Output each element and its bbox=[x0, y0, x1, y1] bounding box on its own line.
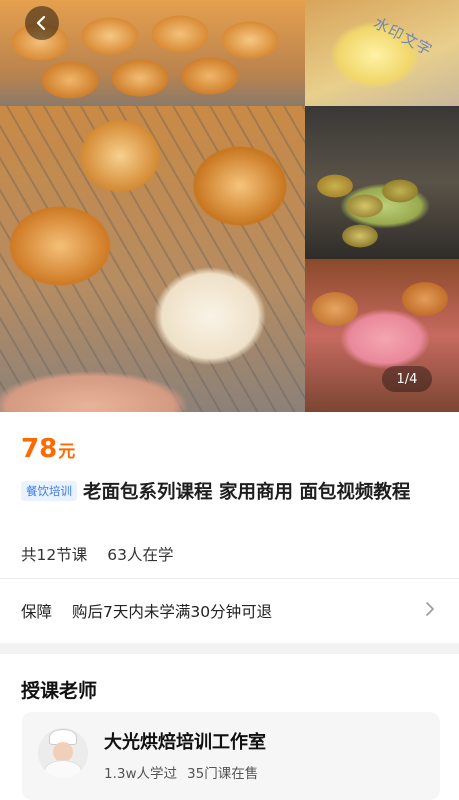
category-tag: 餐饮培训 bbox=[21, 481, 77, 501]
teacher-stats: 1.3w人学过 35门课在售 bbox=[104, 762, 258, 782]
lesson-count: 共12节课 bbox=[21, 546, 88, 564]
price-number: 78 bbox=[21, 434, 58, 464]
back-arrow-icon bbox=[36, 15, 46, 31]
price-unit: 元 bbox=[58, 442, 76, 462]
teacher-card[interactable]: 大光烘焙培训工作室 1.3w人学过 35门课在售 bbox=[22, 712, 440, 800]
learner-count: 63人在学 bbox=[107, 546, 174, 564]
bread-image-right-2 bbox=[305, 106, 459, 259]
product-image-gallery[interactable]: 水印文字 1/4 bbox=[0, 0, 459, 412]
teacher-heading: 授课老师 bbox=[21, 680, 98, 702]
back-button[interactable] bbox=[25, 6, 59, 40]
guarantee-row[interactable]: 保障 购后7天内未学满30分钟可退 bbox=[0, 578, 459, 643]
product-info: 78元 餐饮培训 老面包系列课程 家用商用 面包视频教程 共12节课 63人在学 bbox=[0, 412, 459, 578]
course-meta: 共12节课 63人在学 bbox=[21, 543, 173, 565]
guarantee-label: 保障 bbox=[21, 603, 53, 621]
guarantee-text: 购后7天内未学满30分钟可退 bbox=[72, 603, 273, 621]
teacher-section: 授课老师 大光烘焙培训工作室 1.3w人学过 35门课在售 bbox=[0, 654, 459, 800]
price: 78元 bbox=[21, 434, 75, 464]
avatar-face bbox=[53, 742, 73, 762]
teacher-avatar bbox=[38, 728, 88, 778]
course-title-text: 老面包系列课程 家用商用 面包视频教程 bbox=[83, 482, 411, 503]
teacher-learned: 1.3w人学过 bbox=[104, 766, 178, 782]
bread-image-right-3 bbox=[305, 259, 459, 412]
bread-image-main bbox=[0, 106, 305, 412]
chevron-right-icon bbox=[426, 602, 434, 616]
hand-image bbox=[0, 336, 240, 412]
avatar-body bbox=[44, 760, 82, 778]
teacher-courses: 35门课在售 bbox=[187, 766, 259, 782]
teacher-name: 大光烘焙培训工作室 bbox=[104, 732, 266, 753]
image-counter: 1/4 bbox=[382, 366, 432, 392]
course-title: 餐饮培训 老面包系列课程 家用商用 面包视频教程 bbox=[21, 478, 441, 508]
